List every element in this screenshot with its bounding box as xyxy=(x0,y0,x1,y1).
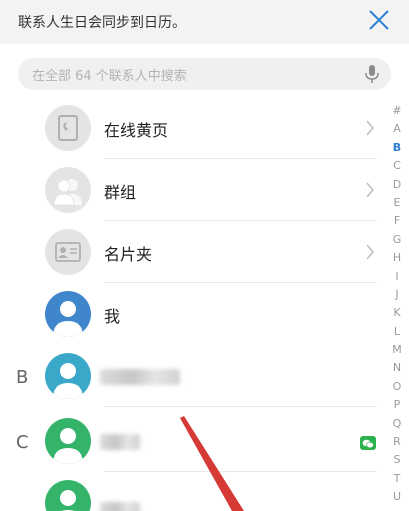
contact-row[interactable] xyxy=(0,410,385,472)
index-letter[interactable]: U xyxy=(393,488,401,506)
index-letter[interactable]: H xyxy=(393,249,401,267)
index-letter[interactable]: Q xyxy=(393,415,402,433)
alphabet-index[interactable]: # A B C D E F G H I J K L M N O P Q R S T U xyxy=(389,102,405,507)
index-letter[interactable]: S xyxy=(394,451,401,469)
sync-banner: 联系人生日会同步到日历。 xyxy=(0,0,409,44)
index-letter[interactable]: P xyxy=(394,396,401,414)
row-label: 名片夹 xyxy=(104,245,153,264)
card-holder-icon xyxy=(45,229,91,275)
person-avatar-icon xyxy=(45,480,91,511)
index-letter[interactable]: A xyxy=(393,120,401,138)
chevron-right-icon xyxy=(366,182,374,198)
index-letter[interactable]: J xyxy=(395,286,398,304)
person-avatar-icon xyxy=(45,291,91,337)
index-letter[interactable]: G xyxy=(393,231,402,249)
row-label: 群组 xyxy=(104,183,137,202)
row-my-profile[interactable]: 我 xyxy=(0,283,385,345)
index-letter[interactable]: C xyxy=(393,157,401,175)
microphone-icon[interactable] xyxy=(365,65,379,83)
blurred-contact-name xyxy=(100,369,180,385)
index-letter[interactable]: F xyxy=(394,212,400,230)
chevron-right-icon xyxy=(366,120,374,136)
index-letter[interactable]: L xyxy=(394,323,400,341)
index-letter[interactable]: O xyxy=(393,378,402,396)
row-groups[interactable]: 群组 xyxy=(0,159,385,221)
index-letter[interactable]: I xyxy=(395,268,398,286)
index-letter[interactable]: # xyxy=(392,102,401,120)
row-label: 在线黄页 xyxy=(104,121,169,140)
index-letter[interactable]: D xyxy=(393,176,401,194)
group-icon xyxy=(45,167,91,213)
index-letter[interactable]: T xyxy=(394,470,401,488)
person-avatar-icon xyxy=(45,418,91,464)
contact-row[interactable] xyxy=(0,345,385,407)
contact-row[interactable] xyxy=(0,472,385,511)
index-letter[interactable]: E xyxy=(394,194,401,212)
banner-text: 联系人生日会同步到日历。 xyxy=(18,15,186,31)
blurred-contact-name xyxy=(100,502,140,511)
row-card-holder[interactable]: 名片夹 xyxy=(0,221,385,283)
row-online-yellow-pages[interactable]: 在线黄页 xyxy=(0,97,385,159)
index-letter[interactable]: K xyxy=(393,304,400,322)
divider xyxy=(104,406,377,407)
index-letter[interactable]: R xyxy=(393,433,401,451)
blurred-contact-name xyxy=(100,434,140,450)
wechat-icon[interactable] xyxy=(360,436,376,450)
search-input[interactable]: 在全部 64 个联系人中搜索 xyxy=(18,58,391,90)
index-letter[interactable]: M xyxy=(392,341,402,359)
chevron-right-icon xyxy=(366,244,374,260)
person-avatar-icon xyxy=(45,353,91,399)
index-letter[interactable]: B xyxy=(393,139,401,157)
phonebook-icon xyxy=(45,105,91,151)
search-placeholder: 在全部 64 个联系人中搜索 xyxy=(32,68,187,84)
index-letter[interactable]: N xyxy=(393,359,401,377)
row-label: 我 xyxy=(104,307,121,326)
close-icon[interactable] xyxy=(367,8,391,32)
